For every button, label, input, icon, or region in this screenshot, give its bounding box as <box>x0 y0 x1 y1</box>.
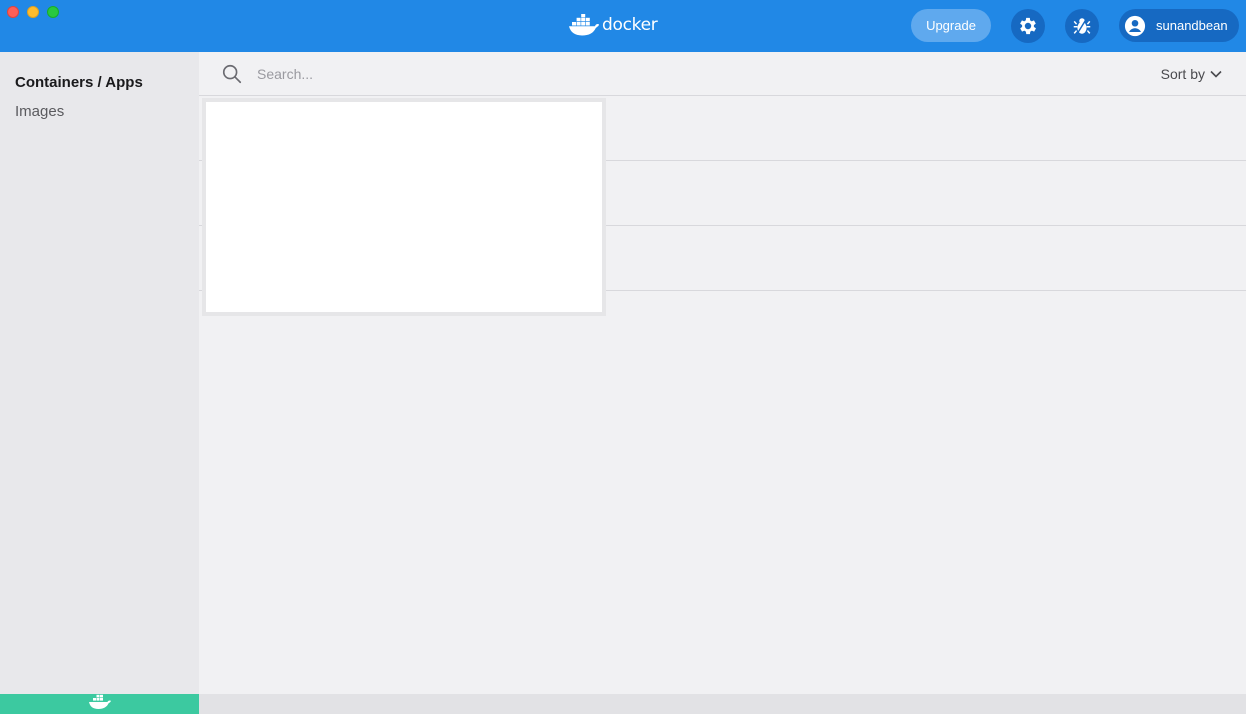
title-bar: docker Upgrade sunandbean <box>0 0 1246 52</box>
engine-status-bar[interactable] <box>0 694 199 714</box>
account-name: sunandbean <box>1156 18 1228 33</box>
account-button[interactable]: sunandbean <box>1119 9 1239 42</box>
search-input[interactable] <box>257 63 857 85</box>
docker-logo: docker <box>568 13 658 37</box>
gear-icon <box>1020 17 1036 35</box>
search-icon <box>222 64 242 84</box>
docker-whale-icon <box>88 694 111 709</box>
troubleshoot-button[interactable] <box>1065 9 1099 43</box>
sort-by-dropdown[interactable]: Sort by <box>1161 66 1222 82</box>
logo-text: docker <box>602 15 658 35</box>
settings-button[interactable] <box>1011 9 1045 43</box>
chevron-down-icon <box>1210 70 1222 78</box>
avatar <box>1124 15 1146 37</box>
bug-icon <box>1073 18 1091 34</box>
minimize-window-button[interactable] <box>27 6 39 18</box>
sort-by-label: Sort by <box>1160 66 1205 82</box>
sidebar: Containers / Apps Images <box>0 52 199 694</box>
main-content: Sort by <box>199 52 1246 694</box>
search-bar: Sort by <box>199 52 1246 96</box>
docker-whale-icon <box>569 14 599 36</box>
upgrade-button[interactable]: Upgrade <box>911 9 991 42</box>
zoom-window-button[interactable] <box>47 6 59 18</box>
user-icon <box>1124 15 1146 36</box>
sidebar-item-images[interactable]: Images <box>15 103 64 120</box>
status-bar <box>199 694 1246 714</box>
sidebar-item-containers-apps[interactable]: Containers / Apps <box>15 74 143 91</box>
blank-popup-panel <box>202 98 606 316</box>
close-window-button[interactable] <box>7 6 19 18</box>
